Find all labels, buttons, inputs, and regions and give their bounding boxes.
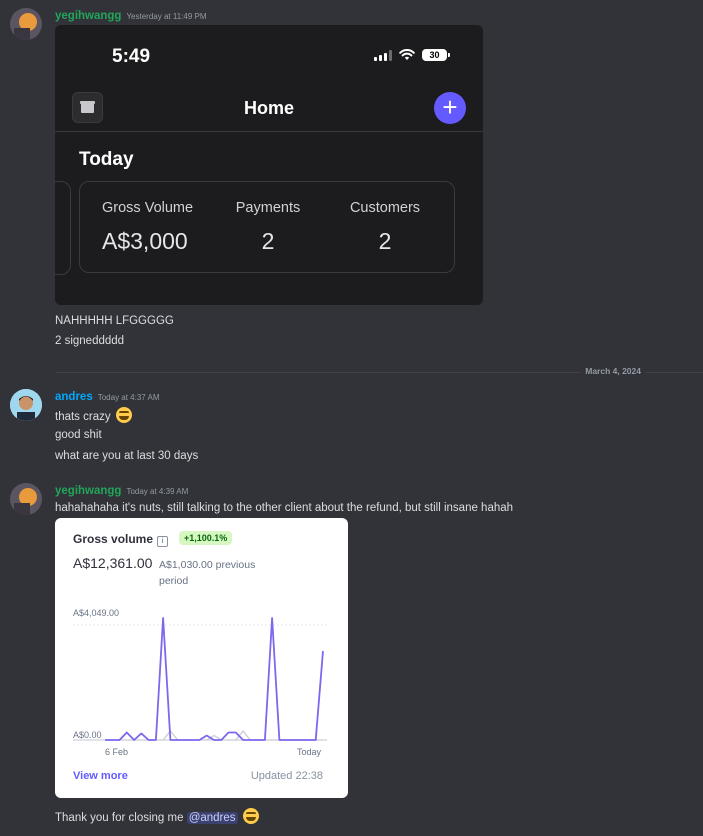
phone-screenshot-image[interactable]: 5:49 30 Home + Today Gross Volume A$3,00… [55, 25, 483, 305]
author-name[interactable]: andres Today at 4:37 AM [55, 391, 160, 403]
stat-label: Payments [235, 200, 301, 216]
timestamp: Today at 4:39 AM [126, 487, 189, 496]
avatar-andres[interactable] [10, 389, 42, 421]
author-name[interactable]: yegihwangg Today at 4:39 AM [55, 485, 188, 497]
stat-value: A$3,000 [102, 228, 188, 254]
author-label[interactable]: yegihwangg [55, 10, 121, 22]
phone-status-bar: 30 [374, 49, 450, 61]
avatar-yegihwangg[interactable] [10, 483, 42, 515]
x-start-label: 6 Feb [105, 747, 129, 757]
phone-today-heading: Today [79, 149, 134, 170]
author-label[interactable]: andres [55, 391, 93, 403]
stat-customers: Customers 2 [340, 200, 430, 255]
message-text: NAHHHHH LFGGGGG [55, 315, 174, 327]
message-text: good shit [55, 429, 102, 441]
stat-value: 2 [378, 228, 392, 254]
message-text: what are you at last 30 days [55, 450, 199, 462]
battery-icon: 30 [422, 49, 450, 61]
message-text-content: Thank you for closing me [55, 812, 184, 824]
timestamp: Yesterday at 11:49 PM [126, 12, 207, 21]
joy-emoji-icon [242, 808, 259, 824]
phone-partial-card [55, 181, 71, 275]
add-icon: + [434, 92, 466, 124]
message-text: 2 signeddddd [55, 335, 125, 347]
battery-level: 30 [429, 50, 440, 60]
wifi-icon [399, 49, 415, 60]
phone-home-title: Home [243, 98, 294, 118]
message-text: thats crazy [55, 407, 132, 423]
author-label[interactable]: yegihwangg [55, 485, 121, 497]
stat-payments: Payments 2 [228, 200, 308, 255]
message-text-content: thats crazy [55, 411, 111, 423]
stat-label: Customers [349, 200, 421, 216]
updated-time: Updated 22:38 [250, 770, 323, 782]
view-more-link[interactable]: View more [73, 770, 128, 782]
mention-andres[interactable]: @andres [186, 812, 238, 824]
gross-volume-image[interactable]: Gross volume i +1,100.1% A$12,361.00 A$1,… [55, 518, 348, 798]
phone-divider [55, 131, 483, 132]
author-name[interactable]: yegihwangg Yesterday at 11:49 PM [55, 10, 207, 22]
phone-stats-card: Gross Volume A$3,000 Payments 2 Customer… [79, 181, 455, 273]
stat-value: 2 [261, 228, 275, 254]
x-end-label: Today [297, 747, 322, 757]
message-text: hahahahaha it's nuts, still talking to t… [55, 502, 514, 514]
joy-emoji-icon [115, 407, 132, 423]
avatar-yegihwangg[interactable] [10, 8, 42, 40]
series-line-current [105, 617, 324, 741]
stat-label: Gross Volume [102, 200, 194, 216]
stat-gross-volume: Gross Volume A$3,000 [102, 200, 193, 255]
phone-time: 5:49 [112, 46, 151, 67]
signal-icon [374, 49, 392, 61]
message-text: Thank you for closing me @andres [55, 808, 259, 824]
timestamp: Today at 4:37 AM [97, 393, 160, 402]
date-divider-label: March 4, 2024 [581, 366, 645, 376]
